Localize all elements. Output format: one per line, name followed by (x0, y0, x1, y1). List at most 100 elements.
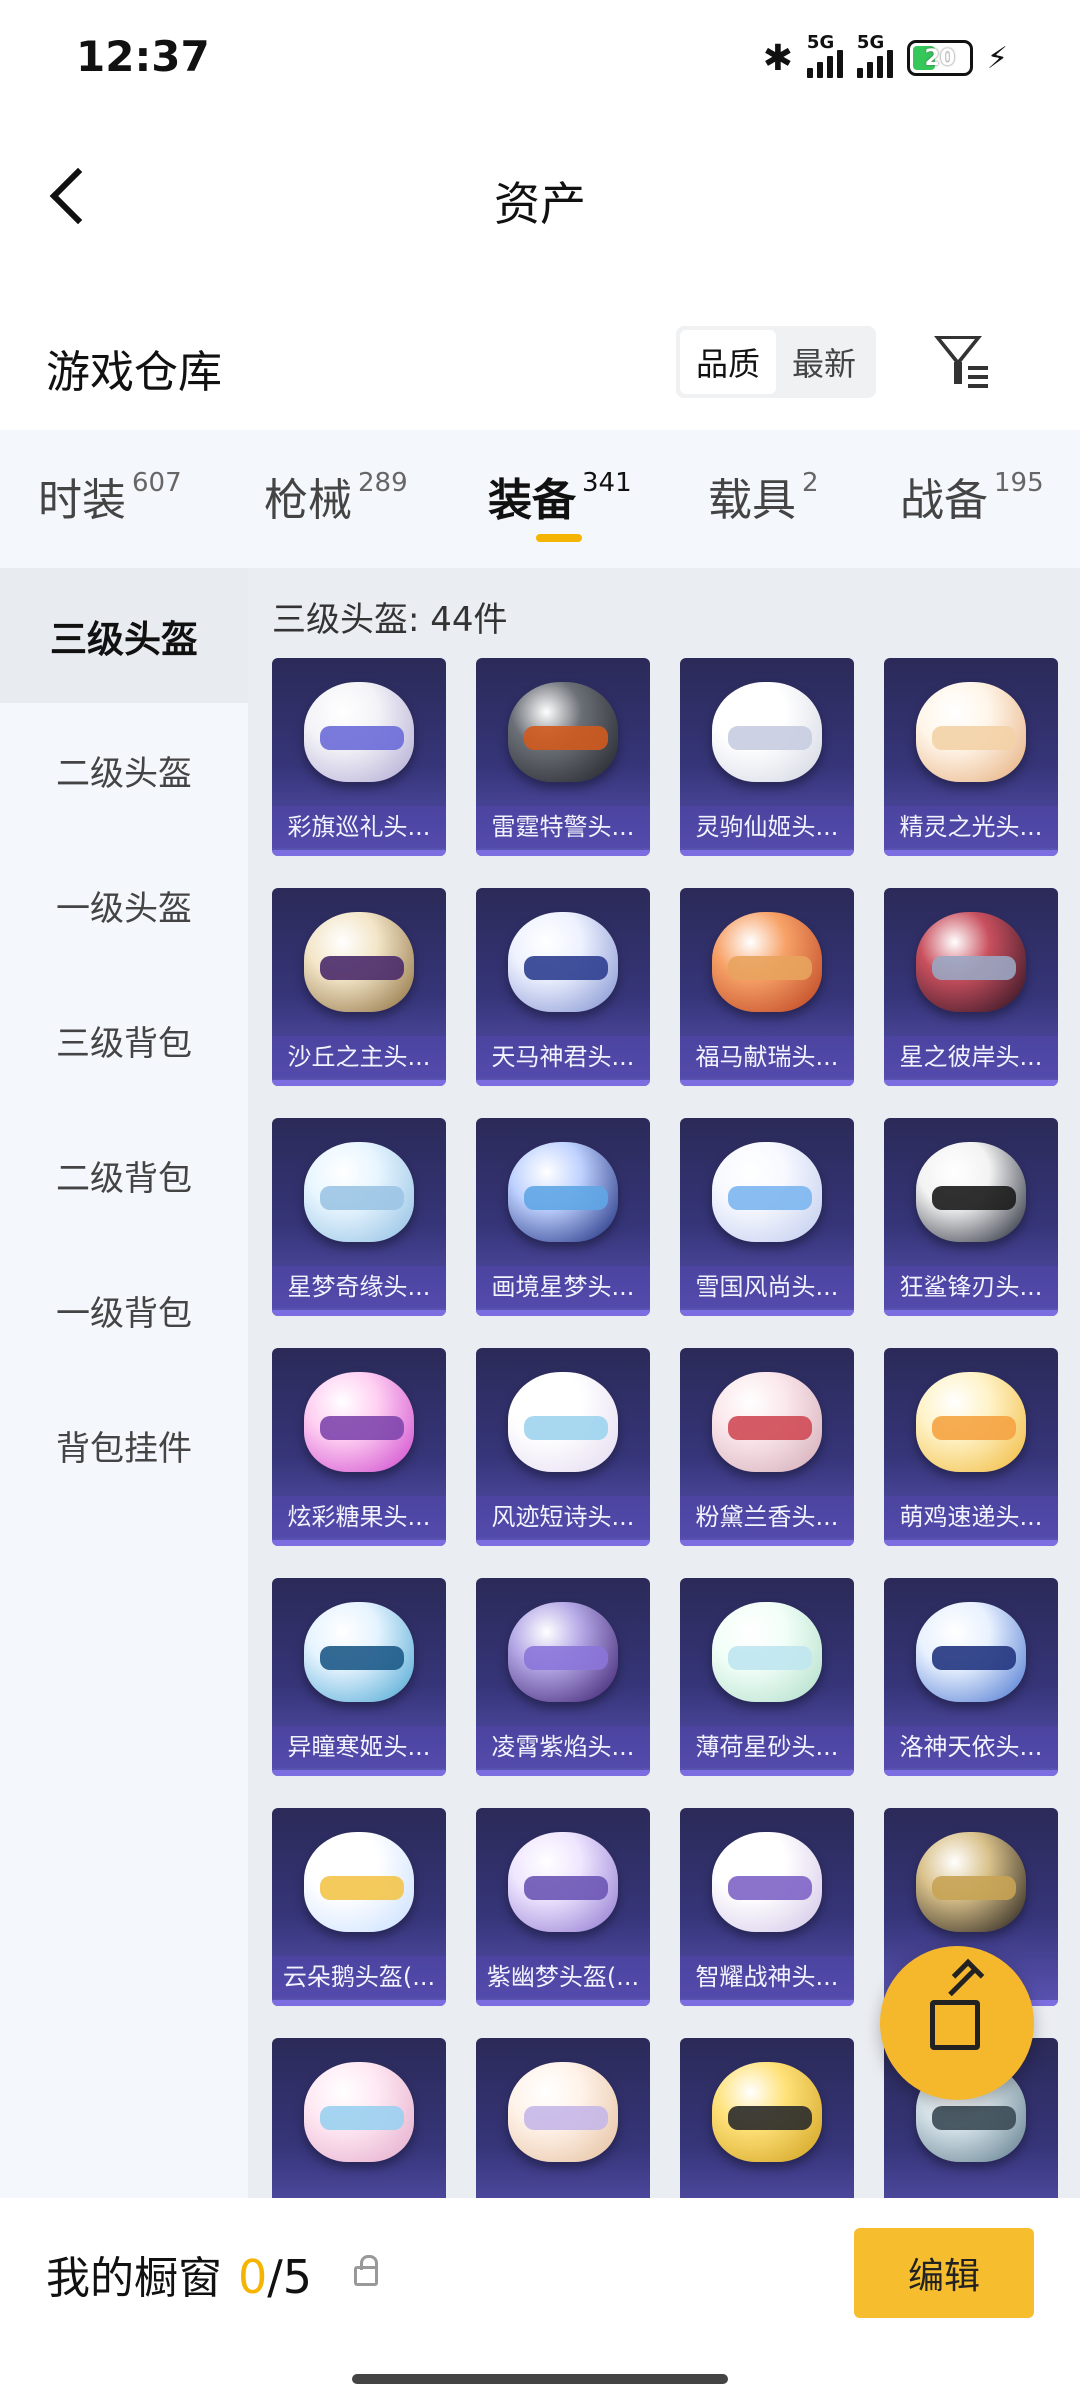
sidebar-item-level2-backpack[interactable]: 二级背包 (0, 1108, 248, 1243)
helmet-image (712, 1832, 822, 1932)
item-card[interactable] (476, 2038, 650, 2198)
item-card[interactable]: 狂鲨锋刃头... (884, 1118, 1058, 1316)
helmet-image (916, 1832, 1026, 1932)
home-indicator[interactable] (352, 2374, 728, 2384)
helmet-image (508, 2062, 618, 2162)
sort-newest[interactable]: 最新 (776, 330, 872, 394)
item-name: 雷霆特警头... (476, 806, 650, 848)
item-card[interactable]: 粉黛兰香头... (680, 1348, 854, 1546)
item-card[interactable] (272, 2038, 446, 2198)
tab-equipment[interactable]: 装备 341 (488, 464, 632, 528)
item-name: 云朵鹅头盔(... (272, 1956, 446, 1998)
item-card[interactable]: 凌霄紫焰头... (476, 1578, 650, 1776)
item-name: 紫幽梦头盔(... (476, 1956, 650, 1998)
helmet-image (916, 1372, 1026, 1472)
item-card[interactable]: 薄荷星砂头... (680, 1578, 854, 1776)
item-name: 彩旗巡礼头... (272, 806, 446, 848)
helmet-image (712, 1142, 822, 1242)
item-name: 天马神君头... (476, 1036, 650, 1078)
item-name: 萌鸡速递头... (884, 1496, 1058, 1538)
helmet-image (916, 682, 1026, 782)
item-card[interactable]: 沙丘之主头... (272, 888, 446, 1086)
tab-guns[interactable]: 枪械 289 (264, 464, 408, 528)
item-card[interactable]: 福马献瑞头... (680, 888, 854, 1086)
item-card[interactable]: 画境星梦头... (476, 1118, 650, 1316)
header: 资产 (0, 140, 1080, 260)
page-title: 资产 (494, 177, 586, 231)
category-tabs: 时装 607 枪械 289 装备 341 载具 2 战备 195 (0, 430, 1080, 568)
sidebar-item-level3-helmet[interactable]: 三级头盔 (0, 568, 248, 703)
helmet-image (304, 2062, 414, 2162)
item-name: 星之彼岸头... (884, 1036, 1058, 1078)
item-card[interactable]: 星之彼岸头... (884, 888, 1058, 1086)
helmet-image (508, 1832, 618, 1932)
sidebar-item-level1-backpack[interactable]: 一级背包 (0, 1243, 248, 1378)
sort-toggle: 品质 最新 (676, 326, 876, 398)
item-card[interactable] (680, 2038, 854, 2198)
item-card[interactable]: 灵驹仙姬头... (680, 658, 854, 856)
item-card[interactable]: 紫幽梦头盔(... (476, 1808, 650, 2006)
item-card[interactable]: 风迹短诗头... (476, 1348, 650, 1546)
helmet-image (304, 912, 414, 1012)
item-card[interactable]: 雪国风尚头... (680, 1118, 854, 1316)
sidebar-item-level3-backpack[interactable]: 三级背包 (0, 973, 248, 1108)
clock: 12:37 (76, 32, 210, 81)
item-count: 三级头盔: 44件 (272, 600, 508, 640)
filter-icon[interactable] (930, 332, 994, 392)
signal-icon: 5G (806, 32, 843, 78)
helmet-image (712, 2062, 822, 2162)
item-card[interactable]: 雷霆特警头... (476, 658, 650, 856)
showcase: 我的橱窗 0/5 (46, 2242, 312, 2306)
sidebar-item-level1-helmet[interactable]: 一级头盔 (0, 838, 248, 973)
item-card[interactable]: 智耀战神头... (680, 1808, 854, 2006)
item-card[interactable]: 彩旗巡礼头... (272, 658, 446, 856)
item-name: 星梦奇缘头... (272, 1266, 446, 1308)
tab-fashion[interactable]: 时装 607 (38, 464, 182, 528)
item-card[interactable]: 炫彩糖果头... (272, 1348, 446, 1546)
showcase-total: /5 (267, 2250, 313, 2304)
helmet-image (712, 1372, 822, 1472)
item-card[interactable]: 洛神天依头... (884, 1578, 1058, 1776)
item-name: 沙丘之主头... (272, 1036, 446, 1078)
item-card[interactable]: 星梦奇缘头... (272, 1118, 446, 1316)
charging-icon: ⚡ (986, 40, 1008, 76)
item-name: 狂鲨锋刃头... (884, 1266, 1058, 1308)
helmet-image (304, 1372, 414, 1472)
item-card[interactable]: 天马神君头... (476, 888, 650, 1086)
item-name: 画境星梦头... (476, 1266, 650, 1308)
item-name: 风迹短诗头... (476, 1496, 650, 1538)
helmet-image (304, 682, 414, 782)
helmet-image (304, 1602, 414, 1702)
status-icons: ✱ 5G 5G 20 ⚡ (763, 30, 1008, 86)
helmet-image (916, 912, 1026, 1012)
item-name: 福马献瑞头... (680, 1036, 854, 1078)
helmet-image (304, 1832, 414, 1932)
item-name: 灵驹仙姬头... (680, 806, 854, 848)
tab-vehicles[interactable]: 载具 2 (708, 464, 819, 528)
warehouse-title: 游戏仓库 (46, 347, 222, 398)
helmet-image (508, 1372, 618, 1472)
sidebar-item-backpack-charm[interactable]: 背包挂件 (0, 1378, 248, 1513)
item-name: 洛神天依头... (884, 1726, 1058, 1768)
item-name: 精灵之光头... (884, 806, 1058, 848)
share-icon (930, 2000, 980, 2050)
item-name: 智耀战神头... (680, 1956, 854, 1998)
lock-icon (354, 2255, 378, 2286)
edit-button[interactable]: 编辑 (854, 2228, 1034, 2318)
sort-quality[interactable]: 品质 (680, 330, 776, 394)
item-card[interactable]: 萌鸡速递头... (884, 1348, 1058, 1546)
item-card[interactable]: 云朵鹅头盔(... (272, 1808, 446, 2006)
item-name: 薄荷星砂头... (680, 1726, 854, 1768)
item-name: 雪国风尚头... (680, 1266, 854, 1308)
tab-gear[interactable]: 战备 195 (900, 464, 1044, 528)
helmet-image (508, 1142, 618, 1242)
helmet-image (508, 1602, 618, 1702)
helmet-image (916, 1602, 1026, 1702)
showcase-label: 我的橱窗 (46, 2253, 222, 2304)
share-button[interactable] (880, 1946, 1034, 2100)
helmet-image (304, 1142, 414, 1242)
sidebar-item-level2-helmet[interactable]: 二级头盔 (0, 703, 248, 838)
helmet-image (712, 682, 822, 782)
item-card[interactable]: 异瞳寒姬头... (272, 1578, 446, 1776)
item-card[interactable]: 精灵之光头... (884, 658, 1058, 856)
